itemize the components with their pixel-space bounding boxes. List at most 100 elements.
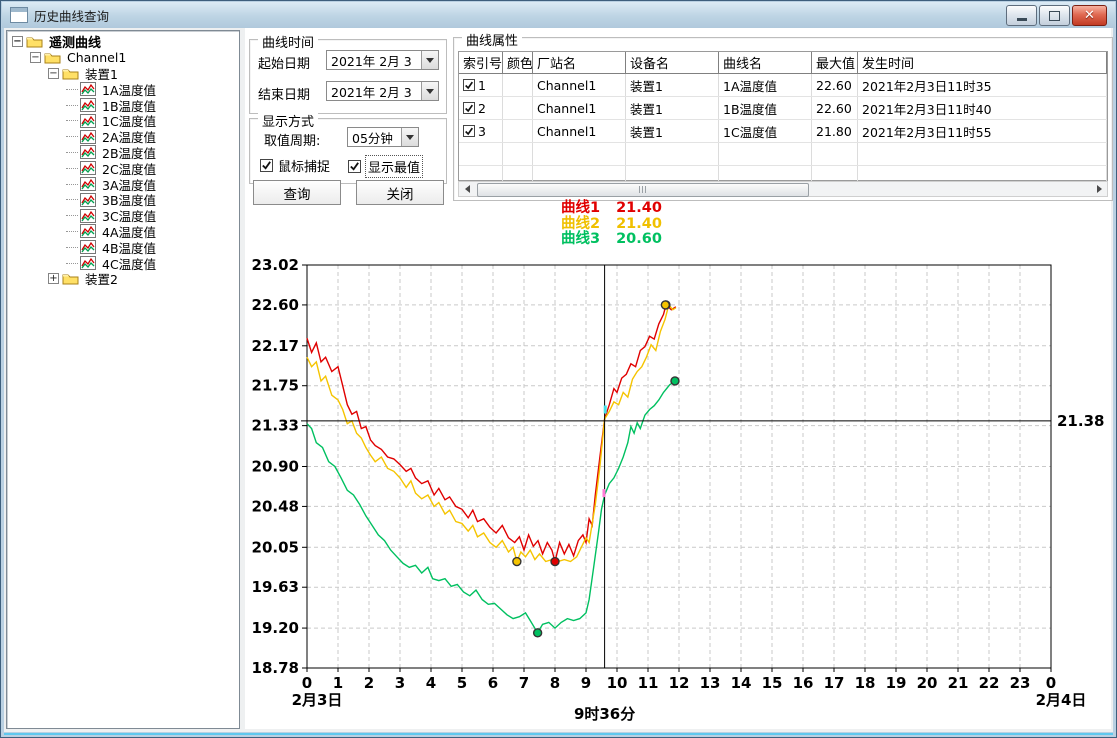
collapse-icon[interactable]: − <box>48 68 59 79</box>
row-index: 2 <box>478 101 486 116</box>
cell: 1C温度值 <box>719 120 812 142</box>
tree-connector <box>66 89 78 90</box>
maximize-restore-button[interactable] <box>1039 5 1070 26</box>
end-date-dropdown-button[interactable] <box>421 82 438 100</box>
x-axis-label: 3 <box>395 674 405 692</box>
x-axis-label: 6 <box>488 674 498 692</box>
max-marker-curve-2 <box>661 301 669 309</box>
tree-item-label: 遥测曲线 <box>47 32 103 51</box>
tree-item-Channel1[interactable]: − Channel1 <box>7 50 239 66</box>
curve-icon <box>80 209 96 223</box>
query-button[interactable]: 查询 <box>253 180 341 205</box>
window-title: 历史曲线查询 <box>34 6 109 25</box>
column-header-发生时间: 发生时间 <box>858 52 1107 73</box>
scrollbar-thumb[interactable] <box>477 183 809 197</box>
x-axis-label: 15 <box>762 674 783 692</box>
capture-mark <box>604 405 607 413</box>
color-cell <box>503 97 533 119</box>
tree-connector <box>66 152 78 153</box>
row-index: 1 <box>478 78 486 93</box>
mouse-capture-option[interactable]: 鼠标捕捉 <box>260 156 330 175</box>
x-axis-label: 22 <box>979 674 1000 692</box>
table-row[interactable]: 3Channel1装置11C温度值21.802021年2月3日11时55 <box>459 120 1107 143</box>
show-extremes-option[interactable]: 显示最值 <box>348 156 422 177</box>
collapse-icon[interactable]: − <box>30 52 41 63</box>
show-extremes-label: 显示最值 <box>366 156 422 177</box>
curve-icon <box>80 224 96 238</box>
arrow-right-icon <box>1097 185 1102 193</box>
tree-item-4C温度值[interactable]: 4C温度值 <box>7 255 239 271</box>
minimize-button[interactable] <box>1006 5 1037 26</box>
date-label-left: 2月3日 <box>292 691 343 709</box>
curve-icon <box>80 98 96 112</box>
table-hscrollbar[interactable] <box>458 181 1108 197</box>
x-axis-label: 21 <box>948 674 969 692</box>
min-marker-curve-3 <box>534 629 542 637</box>
cell: 2021年2月3日11时55 <box>858 120 1107 142</box>
expand-icon[interactable]: + <box>48 273 59 284</box>
curve-icon <box>80 177 96 191</box>
cell: 装置1 <box>626 74 719 96</box>
row-checkbox[interactable] <box>463 125 475 137</box>
y-axis-label: 20.48 <box>252 497 299 515</box>
x-axis-label: 0 <box>302 674 312 692</box>
row-checkbox[interactable] <box>463 102 475 114</box>
curve-properties-group: 曲线属性 索引号颜色厂站名设备名曲线名最大值发生时间1Channel1装置11A… <box>453 37 1113 201</box>
chart-svg[interactable]: 23.0222.6022.1721.7521.3320.9020.4820.05… <box>249 253 1111 733</box>
main-panel: 曲线时间 起始日期 2021年 2月 3 结束日期 2021年 2月 3 显示方… <box>245 28 1111 729</box>
mouse-capture-label: 鼠标捕捉 <box>278 156 330 175</box>
start-date-dropdown-button[interactable] <box>421 51 438 69</box>
y-axis-label: 23.02 <box>252 256 299 274</box>
tree-connector <box>66 168 78 169</box>
tree-item-label: Channel1 <box>65 50 128 65</box>
x-axis-label: 0 <box>1046 674 1056 692</box>
end-date-select[interactable]: 2021年 2月 3 <box>326 81 439 101</box>
min-marker-curve-1 <box>551 558 559 566</box>
legend-label: 曲线1 <box>561 201 600 217</box>
x-axis-label: 10 <box>607 674 628 692</box>
collapse-icon[interactable]: − <box>12 36 23 47</box>
scroll-right-button[interactable] <box>1091 182 1107 196</box>
column-header-曲线名: 曲线名 <box>719 52 812 73</box>
tree-item-遥测曲线[interactable]: − 遥测曲线 <box>7 34 239 50</box>
legend-item: 曲线221.40 <box>561 217 662 233</box>
curve-tree[interactable]: −遥测曲线−Channel1−装置11A温度值1B温度值1C温度值2A温度值2B… <box>6 30 240 729</box>
end-date-label: 结束日期 <box>258 84 310 103</box>
x-axis-label: 1 <box>333 674 343 692</box>
index-cell: 3 <box>459 120 503 142</box>
curve-icon <box>80 145 96 159</box>
folder-icon <box>44 51 61 64</box>
period-select[interactable]: 05分钟 <box>347 127 419 147</box>
row-checkbox[interactable] <box>463 79 475 91</box>
curve-time-group: 曲线时间 起始日期 2021年 2月 3 结束日期 2021年 2月 3 <box>249 39 447 114</box>
chart-labels: 23.0222.6022.1721.7521.3320.9020.4820.05… <box>252 256 1105 723</box>
cell: 22.60 <box>812 74 858 96</box>
check-icon <box>349 161 360 172</box>
table-row[interactable]: 2Channel1装置11B温度值22.602021年2月3日11时40 <box>459 97 1107 120</box>
close-dialog-button[interactable]: 关闭 <box>356 180 444 205</box>
table-row[interactable]: 1Channel1装置11A温度值22.602021年2月3日11时35 <box>459 74 1107 97</box>
curve-icon <box>80 114 96 128</box>
legend-item: 曲线320.60 <box>561 232 662 248</box>
start-date-select[interactable]: 2021年 2月 3 <box>326 50 439 70</box>
legend-value: 21.40 <box>616 217 662 233</box>
x-axis-label: 13 <box>700 674 721 692</box>
close-button[interactable]: ✕ <box>1072 5 1107 26</box>
chevron-down-icon <box>406 135 414 140</box>
mouse-capture-checkbox[interactable] <box>260 159 273 172</box>
period-dropdown-button[interactable] <box>401 128 418 146</box>
curve-table[interactable]: 索引号颜色厂站名设备名曲线名最大值发生时间1Channel1装置11A温度值22… <box>458 51 1108 181</box>
close-icon: ✕ <box>1084 9 1095 22</box>
tree-connector <box>66 105 78 106</box>
curve-icon <box>80 82 96 96</box>
curve-icon <box>80 161 96 175</box>
x-axis-label: 8 <box>550 674 560 692</box>
display-mode-title: 显示方式 <box>258 111 318 130</box>
titlebar[interactable]: 历史曲线查询 ✕ <box>2 2 1115 28</box>
tree-item-装置2[interactable]: +装置2 <box>7 271 239 287</box>
scroll-left-button[interactable] <box>459 182 475 196</box>
cell: Channel1 <box>533 97 626 119</box>
tree-connector <box>66 120 78 121</box>
show-extremes-checkbox[interactable] <box>348 160 361 173</box>
x-axis-label: 2 <box>364 674 374 692</box>
